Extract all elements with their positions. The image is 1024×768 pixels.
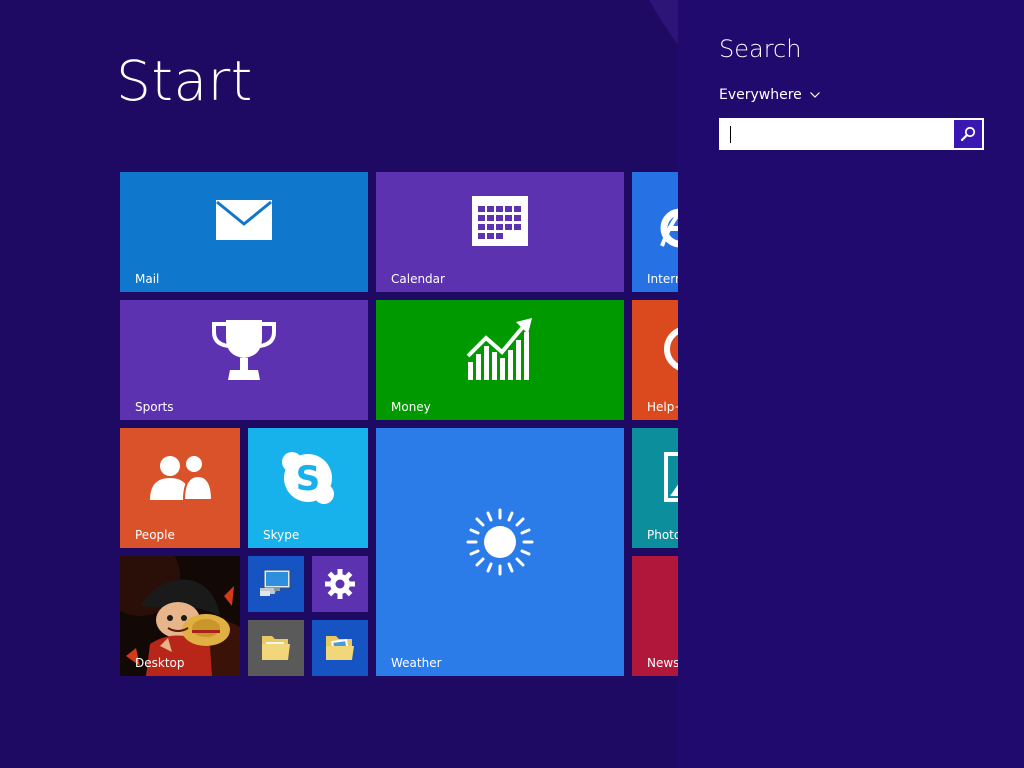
tile-people[interactable]: People [120, 428, 240, 548]
tile-settings[interactable] [312, 556, 368, 612]
tile-skype[interactable]: S Skype [248, 428, 368, 548]
skype-icon: S [282, 452, 334, 504]
tile-calendar[interactable]: Calendar [376, 172, 624, 292]
tile-weather-label: Weather [391, 656, 442, 670]
help-icon [664, 327, 678, 371]
search-button[interactable] [954, 120, 982, 148]
trophy-icon [212, 320, 276, 380]
computer-icon [260, 569, 291, 596]
svg-text:S: S [296, 459, 321, 499]
search-scope-dropdown[interactable]: Everywhere [719, 85, 820, 105]
tile-help[interactable]: Help+ [632, 300, 678, 420]
tile-news-label: News [647, 656, 678, 670]
tile-calendar-label: Calendar [391, 272, 445, 286]
tile-sports-label: Sports [135, 400, 174, 414]
search-charm-pane: Search Everywhere [678, 0, 1024, 768]
tile-pictures[interactable] [312, 620, 368, 676]
photo-icon [664, 452, 678, 502]
search-input[interactable] [721, 120, 954, 148]
tile-desktop[interactable]: Desktop [120, 556, 240, 676]
stock-chart-icon [466, 318, 532, 380]
folder-icon [262, 636, 290, 660]
text-caret [730, 126, 731, 143]
tile-photos[interactable]: Photo [632, 428, 678, 548]
chevron-down-icon [809, 92, 820, 98]
people-icon [150, 454, 212, 500]
tile-desktop-label: Desktop [135, 656, 185, 670]
tile-mail-label: Mail [135, 272, 160, 286]
pictures-folder-icon [326, 636, 354, 660]
start-title: Start [116, 49, 253, 113]
tile-photos-label: Photo [647, 528, 678, 542]
tile-news[interactable]: News [632, 556, 678, 676]
tile-skype-label: Skype [263, 528, 300, 542]
tile-internet-explorer-label: Interne [647, 272, 678, 286]
tile-sports[interactable]: Sports [120, 300, 368, 420]
search-icon [960, 126, 976, 142]
tile-mail[interactable]: Mail [120, 172, 368, 292]
sun-icon [466, 508, 534, 576]
tile-weather[interactable]: Weather [376, 428, 624, 676]
tile-people-label: People [135, 528, 175, 542]
start-screen: Start Mail Calendar Interne [0, 0, 678, 768]
tile-help-label: Help+ [647, 400, 678, 414]
search-pane-title: Search [719, 35, 802, 63]
tile-money-label: Money [391, 400, 431, 414]
mail-icon [216, 200, 272, 240]
calendar-icon [472, 196, 528, 246]
tile-file-explorer[interactable] [248, 620, 304, 676]
gear-icon [325, 569, 355, 599]
tile-internet-explorer[interactable]: Interne [632, 172, 678, 292]
tile-money[interactable]: Money [376, 300, 624, 420]
background-arc-decoration [612, 0, 678, 170]
tile-this-pc[interactable] [248, 556, 304, 612]
internet-explorer-icon [660, 208, 678, 248]
search-scope-label: Everywhere [719, 87, 802, 103]
search-box [719, 118, 984, 150]
